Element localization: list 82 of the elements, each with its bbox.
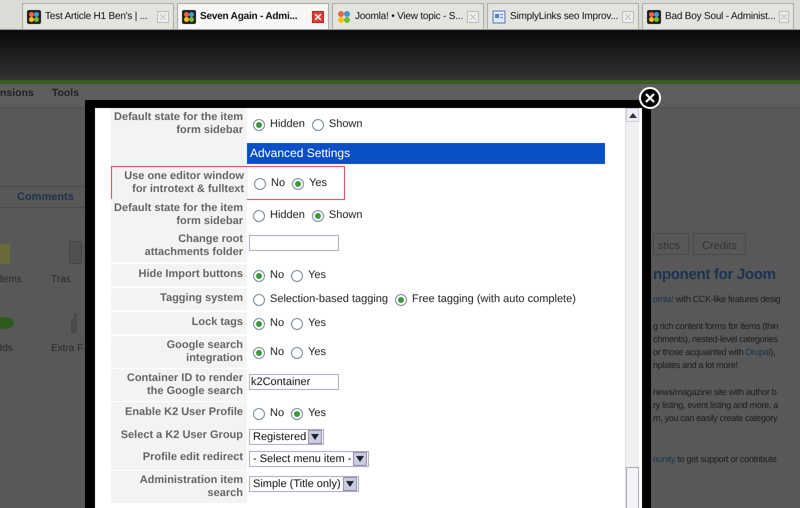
setting-label: Google search integration	[166, 338, 243, 364]
radio-button[interactable]	[253, 270, 265, 282]
radio-button[interactable]	[253, 210, 265, 222]
radio-label: Hidden	[270, 208, 305, 224]
flower-logo-icon	[647, 10, 661, 24]
paragraph-line: news/magazine site with author b	[653, 386, 778, 398]
radio-label: Yes	[308, 406, 326, 422]
radio-label: Selection-based tagging	[270, 292, 388, 308]
text-field[interactable]: k2Container	[249, 374, 339, 390]
flower-logo-icon	[182, 10, 196, 24]
close-icon[interactable]	[312, 10, 324, 22]
radio-button[interactable]	[291, 408, 304, 420]
setting-label: Administration item search	[138, 474, 243, 500]
radio-button[interactable]	[312, 210, 324, 222]
dropdown-field[interactable]: Registered	[249, 428, 324, 445]
browser-tab[interactable]: Seven Again - Admi...	[177, 3, 329, 29]
radio-button[interactable]	[395, 294, 408, 306]
radio-button[interactable]	[253, 294, 265, 306]
radio-label: Yes	[308, 268, 326, 284]
paragraph-line: chments), nested-level categories	[653, 332, 779, 346]
menu-item[interactable]: Tools	[52, 87, 80, 99]
paragraph-line: ry listing, event listing and more, a	[653, 398, 780, 412]
flower-logo-icon	[337, 10, 351, 24]
section-header: Advanced Settings	[247, 142, 605, 164]
dropdown-field[interactable]: - Select menu item -	[249, 450, 370, 467]
scroll-thumb[interactable]	[626, 467, 639, 508]
paragraph-line: g rich content forms for items (thin	[653, 320, 780, 332]
paragraph-line: nplates and a lot more!	[653, 358, 739, 372]
radio-button[interactable]	[291, 318, 304, 330]
page-icon	[492, 10, 506, 24]
setting-label: Use one editor window for introtext & fulltext	[123, 170, 244, 196]
link[interactable]: Drupal	[746, 346, 770, 356]
browser-tab[interactable]: Joomla! • View topic - S...	[332, 3, 484, 29]
radio-button[interactable]	[253, 346, 265, 358]
text-field[interactable]	[249, 235, 339, 252]
radio-label: No	[271, 176, 286, 192]
radio-button[interactable]	[254, 178, 266, 190]
radio-label: Yes	[309, 176, 328, 192]
radio-label: Shown	[328, 117, 362, 132]
radio-label: No	[270, 268, 284, 284]
setting-label: Container ID to render the Google search	[126, 372, 243, 398]
paragraph-line: or those acquainted with Drupal),	[653, 346, 776, 358]
setting-label: Select a K2 User Group	[120, 429, 243, 442]
radio-button[interactable]	[291, 346, 304, 358]
paragraph-line: omla! with CCK-like features desig	[653, 292, 782, 306]
radio-label: Shown	[328, 208, 362, 224]
box-icon	[0, 244, 10, 264]
setting-label: Default state for the item form sidebar	[113, 202, 243, 228]
radio-label: Free tagging (with auto complete)	[412, 292, 576, 308]
radio-label: No	[270, 345, 284, 360]
radio-label: No	[270, 406, 284, 422]
setting-label: Change root attachments folder	[144, 233, 243, 259]
link[interactable]: omla!	[653, 294, 674, 304]
radio-button[interactable]	[291, 270, 304, 282]
browser-tab[interactable]: Bad Boy Soul - Administ...	[642, 3, 794, 29]
setting-label: Hide Import buttons	[138, 268, 243, 281]
radio-label: Hidden	[270, 117, 305, 132]
radio-label: No	[270, 316, 284, 332]
scroll-up-icon[interactable]	[628, 112, 636, 118]
browser-tab[interactable]: Test Article H1 Ben's | ...	[22, 3, 174, 29]
radio-label: Yes	[308, 345, 326, 360]
dropdown-field[interactable]: Simple (Title only)	[249, 476, 359, 492]
setting-label: Lock tags	[192, 316, 243, 329]
flower-logo-icon	[27, 10, 41, 24]
radio-button[interactable]	[253, 408, 265, 420]
radio-button[interactable]	[292, 178, 304, 190]
scrollbar[interactable]	[625, 108, 639, 508]
tab-link[interactable]: Comments	[17, 188, 74, 206]
browser-tab[interactable]: SimplyLinks seo Improv...	[487, 3, 639, 29]
radio-button[interactable]	[253, 118, 265, 130]
setting-label: Default state for the item form sidebar	[113, 110, 243, 136]
setting-label: Profile edit redirect	[142, 451, 243, 464]
radio-button[interactable]	[253, 318, 265, 330]
radio-button[interactable]	[312, 118, 324, 130]
paragraph-line: nunity to get support or contribute	[653, 452, 778, 466]
link[interactable]: nunity	[653, 454, 676, 464]
paragraph-line: m, you can easily create category	[653, 412, 778, 424]
radio-label: Yes	[308, 316, 326, 332]
setting-label: Enable K2 User Profile	[125, 406, 243, 419]
heading: nponent for Joom	[653, 265, 777, 285]
setting-label: Tagging system	[160, 292, 243, 305]
menu-item[interactable]: nsions	[0, 87, 34, 99]
